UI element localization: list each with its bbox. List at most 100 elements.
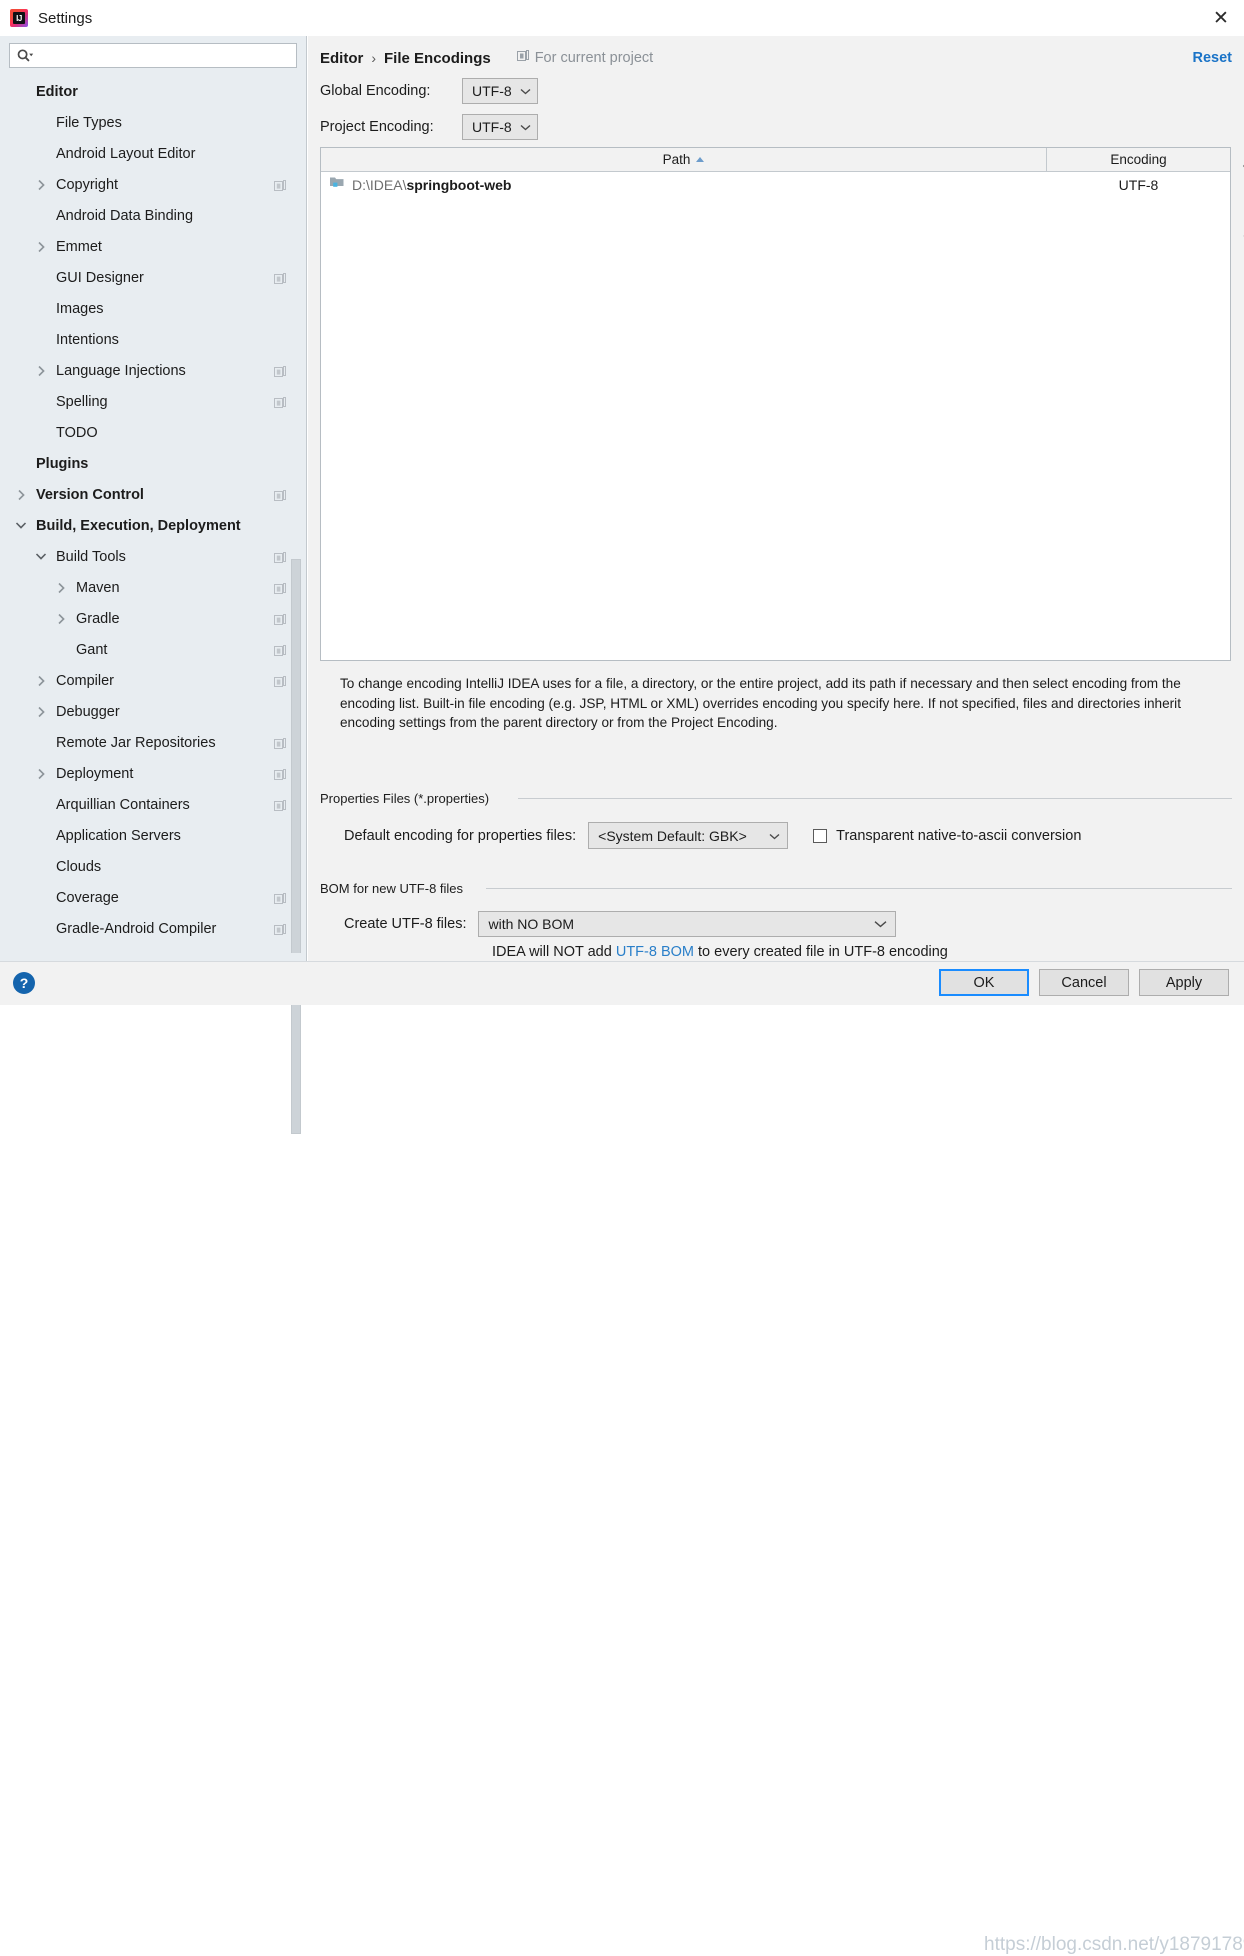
create-utf8-files-label: Create UTF-8 files:: [344, 916, 467, 932]
sidebar-item-plugins[interactable]: Plugins: [0, 448, 306, 479]
apply-button[interactable]: Apply: [1139, 969, 1229, 996]
project-level-setting-icon: [274, 272, 286, 284]
sidebar-item-file-types[interactable]: File Types: [0, 107, 306, 138]
help-icon[interactable]: ?: [13, 972, 35, 994]
column-header-encoding[interactable]: Encoding: [1047, 148, 1230, 171]
chevron-right-icon[interactable]: [34, 705, 48, 719]
sidebar-item-compiler[interactable]: Compiler: [0, 665, 306, 696]
chevron-down-icon[interactable]: [14, 519, 28, 533]
chevron-right-icon[interactable]: [34, 178, 48, 192]
project-level-setting-icon: [274, 644, 286, 656]
sidebar-item-label: Gradle: [76, 610, 120, 627]
cell-encoding[interactable]: UTF-8: [1047, 177, 1230, 193]
sidebar-scrollbar-thumb[interactable]: [291, 559, 301, 1134]
sidebar-item-version-control[interactable]: Version Control: [0, 479, 306, 510]
chevron-right-icon[interactable]: [54, 612, 68, 626]
cell-path-name: springboot-web: [406, 176, 512, 193]
sidebar-item-application-servers[interactable]: Application Servers: [0, 820, 306, 851]
sidebar-item-gant[interactable]: Gant: [0, 634, 306, 665]
sidebar-item-android-data-binding[interactable]: Android Data Binding: [0, 200, 306, 231]
sidebar-item-todo[interactable]: TODO: [0, 417, 306, 448]
sidebar-item-language-injections[interactable]: Language Injections: [0, 355, 306, 386]
bom-hint-after: to every created file in UTF-8 encoding: [693, 944, 948, 960]
sidebar-item-label: Android Data Binding: [56, 207, 194, 224]
chevron-right-icon[interactable]: [34, 364, 48, 378]
bom-hint-link[interactable]: UTF-8 BOM: [616, 944, 694, 960]
sidebar-item-emmet[interactable]: Emmet: [0, 231, 306, 262]
chevron-down-icon[interactable]: [34, 550, 48, 564]
sidebar-item-editor[interactable]: Editor: [0, 76, 306, 107]
intellij-logo-text: IJ: [16, 13, 22, 23]
sidebar-item-label: Spelling: [56, 393, 108, 410]
transparent-native-to-ascii-checkbox[interactable]: Transparent native-to-ascii conversion: [813, 828, 1081, 844]
sidebar-item-clouds[interactable]: Clouds: [0, 851, 306, 882]
sort-ascending-icon: [696, 157, 705, 162]
sidebar-item-remote-jar-repositories[interactable]: Remote Jar Repositories: [0, 727, 306, 758]
chevron-right-icon[interactable]: [14, 488, 28, 502]
chevron-down-icon: [520, 118, 531, 136]
create-utf8-files-combo[interactable]: with NO BOM: [478, 911, 897, 937]
table-toolbar: [1232, 147, 1244, 661]
encodings-table: Path Encoding D:\IDEA\ springboot-web UT…: [320, 147, 1231, 661]
edit-path-button[interactable]: [1235, 214, 1244, 246]
ok-button[interactable]: OK: [939, 969, 1029, 996]
sidebar-item-label: Arquillian Containers: [56, 796, 190, 813]
breadcrumb: Editor › File Encodings For current proj…: [320, 46, 1232, 70]
sidebar-item-label: Coverage: [56, 889, 119, 906]
cancel-button[interactable]: Cancel: [1039, 969, 1129, 996]
sidebar-scrollbar-track[interactable]: [291, 279, 304, 1134]
sidebar-item-intentions[interactable]: Intentions: [0, 324, 306, 355]
sidebar-item-copyright[interactable]: Copyright: [0, 169, 306, 200]
chevron-right-icon[interactable]: [34, 240, 48, 254]
sidebar-item-coverage[interactable]: Coverage: [0, 882, 306, 913]
bom-hint: IDEA will NOT add UTF-8 BOM to every cre…: [492, 944, 948, 960]
sidebar-item-arquillian-containers[interactable]: Arquillian Containers: [0, 789, 306, 820]
for-current-project-label: For current project: [516, 50, 653, 66]
sidebar-item-android-layout-editor[interactable]: Android Layout Editor: [0, 138, 306, 169]
sidebar-item-gradle[interactable]: Gradle: [0, 603, 306, 634]
sidebar-item-label: Copyright: [56, 176, 119, 193]
sidebar-item-deployment[interactable]: Deployment: [0, 758, 306, 789]
chevron-right-icon[interactable]: [54, 581, 68, 595]
table-row[interactable]: D:\IDEA\ springboot-web UTF-8: [321, 172, 1230, 197]
sidebar-item-build-execution-deployment[interactable]: Build, Execution, Deployment: [0, 510, 306, 541]
search-input[interactable]: [34, 45, 296, 66]
sidebar-item-build-tools[interactable]: Build Tools: [0, 541, 306, 572]
sidebar-item-gradle-android-compiler[interactable]: Gradle-Android Compiler: [0, 913, 306, 944]
create-utf8-files-row: Create UTF-8 files: with NO BOM: [344, 911, 897, 937]
breadcrumb-separator: ›: [371, 50, 377, 66]
global-encoding-row: Global Encoding: UTF-8: [320, 78, 538, 104]
sidebar-item-label: Intentions: [56, 331, 119, 348]
sidebar-item-maven[interactable]: Maven: [0, 572, 306, 603]
encoding-description: To change encoding IntelliJ IDEA uses fo…: [340, 676, 1181, 730]
properties-group-title: Properties Files (*.properties): [320, 791, 497, 806]
sidebar-item-debugger[interactable]: Debugger: [0, 696, 306, 727]
remove-path-button[interactable]: [1235, 182, 1244, 214]
sidebar-item-gui-designer[interactable]: GUI Designer: [0, 262, 306, 293]
close-icon[interactable]: ✕: [1198, 0, 1244, 36]
transparent-native-to-ascii-label: Transparent native-to-ascii conversion: [836, 827, 1082, 844]
intellij-logo-icon: IJ: [10, 9, 28, 27]
project-level-setting-icon: [274, 396, 286, 408]
add-path-button[interactable]: [1235, 150, 1244, 182]
column-header-path[interactable]: Path: [321, 148, 1047, 171]
settings-tree: Editor File Types Android Layout Editor Cop…: [0, 76, 306, 944]
sidebar-item-spelling[interactable]: Spelling: [0, 386, 306, 417]
project-level-setting-icon: [274, 551, 286, 563]
reset-link[interactable]: Reset: [1193, 50, 1233, 66]
search-box[interactable]: [9, 43, 297, 68]
sidebar-item-images[interactable]: Images: [0, 293, 306, 324]
chevron-right-icon[interactable]: [34, 674, 48, 688]
project-level-setting-icon: [274, 582, 286, 594]
project-encoding-combo[interactable]: UTF-8: [462, 114, 538, 140]
global-encoding-combo[interactable]: UTF-8: [462, 78, 538, 104]
sidebar-item-label: Gant: [76, 641, 108, 658]
chevron-right-icon[interactable]: [34, 767, 48, 781]
project-level-setting-icon: [274, 799, 286, 811]
sidebar-bottom-spacer: [0, 953, 306, 961]
breadcrumb-parent[interactable]: Editor: [320, 50, 363, 67]
properties-default-encoding-combo[interactable]: <System Default: GBK>: [588, 822, 789, 849]
